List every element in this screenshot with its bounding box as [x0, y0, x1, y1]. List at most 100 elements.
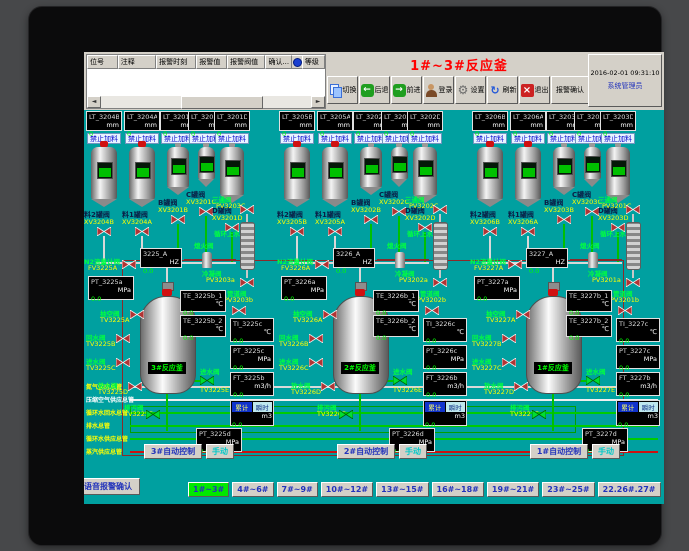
- tank-outlet-valve-icon[interactable]: [483, 227, 497, 236]
- scroll-left-arrow-icon[interactable]: ◄: [87, 96, 101, 108]
- reactor-inlet-valve-icon[interactable]: [393, 376, 407, 385]
- three-way-valve-icon[interactable]: [433, 205, 447, 214]
- page-nav-button-7[interactable]: 23#~25#: [542, 482, 594, 497]
- scroll-right-arrow-icon[interactable]: ►: [311, 96, 325, 108]
- totalizer-instant-button[interactable]: 瞬时: [253, 402, 273, 412]
- toolbar-button-none[interactable]: 报警确认: [551, 76, 589, 104]
- auto-control-button[interactable]: 2#自动控制: [337, 444, 395, 459]
- alarm-column-0[interactable]: 位号: [87, 55, 118, 69]
- n2-flow-valve-icon[interactable]: [122, 260, 136, 269]
- n2-flow-valve-icon[interactable]: [315, 260, 329, 269]
- alarm-column-2[interactable]: 报警时刻: [156, 55, 196, 69]
- reactor-inlet-valve-name: 进水阀: [393, 366, 413, 376]
- manual-button[interactable]: 手动: [399, 444, 427, 459]
- tank-outlet-valve-icon[interactable]: [290, 227, 304, 236]
- page-nav-button-6[interactable]: 19#~21#: [487, 482, 539, 497]
- page-nav-button-0[interactable]: 1#~3#: [188, 482, 229, 497]
- alarm-column-3[interactable]: 报警值: [196, 55, 227, 69]
- tank-nozzle: [368, 143, 374, 147]
- reactor-valve-icon[interactable]: [502, 334, 516, 343]
- tank-outlet-valve-icon[interactable]: [392, 207, 406, 216]
- scrollbar-thumb[interactable]: [181, 96, 263, 109]
- reactor-valve-icon[interactable]: [128, 382, 142, 391]
- instrument-value: 0.0: [233, 337, 243, 345]
- condensate-valve-icon[interactable]: [240, 278, 254, 287]
- flow-totalizer: 累计瞬时m30.0: [230, 400, 274, 426]
- reactor-drain-valve-icon[interactable]: [339, 410, 353, 419]
- tank-outlet-valve-icon[interactable]: [328, 227, 342, 236]
- tank-cap: [100, 141, 108, 147]
- reactor-valve-icon[interactable]: [502, 358, 516, 367]
- toolbar-button-refresh[interactable]: ↻刷新: [487, 76, 518, 104]
- instrument-tag-label: LT_3203D: [603, 113, 633, 121]
- tank-outlet-valve-icon[interactable]: [364, 215, 378, 224]
- instrument-tag-label: LT_3206A: [513, 113, 543, 121]
- page-nav-button-5[interactable]: 16#~18#: [432, 482, 484, 497]
- page-nav-button-4[interactable]: 13#~15#: [376, 482, 428, 497]
- reactor-drain-valve-icon[interactable]: [146, 410, 160, 419]
- three-way-valve-icon[interactable]: [626, 205, 640, 214]
- instrument-tag-label: PT_3225a: [91, 278, 131, 286]
- tank-outlet-valve-icon[interactable]: [97, 227, 111, 236]
- toolbar-button-exit[interactable]: ×退出: [519, 76, 550, 104]
- reactor-valve-icon[interactable]: [309, 334, 323, 343]
- reactor-drain-valve-icon[interactable]: [532, 410, 546, 419]
- reactor-inlet-valve-name: 进水阀: [586, 366, 606, 376]
- totalizer-total-button[interactable]: 累计: [232, 402, 252, 412]
- plant-mimic-area: 语音报警确认 1#~3#4#~6# 7#~9#10#~12#13#~15# 16#~…: [84, 110, 664, 504]
- reactor-valve-icon[interactable]: [130, 310, 144, 319]
- alarm-column-1[interactable]: 注释: [118, 55, 156, 69]
- n2-flow-valve-icon[interactable]: [508, 260, 522, 269]
- tank-outlet-valve-icon[interactable]: [557, 215, 571, 224]
- totalizer-total-button[interactable]: 累计: [618, 402, 638, 412]
- tank-outlet-valve-icon[interactable]: [171, 215, 185, 224]
- emergency-line-valve-icon[interactable]: [425, 306, 439, 315]
- tank-outlet-valve-icon[interactable]: [585, 207, 599, 216]
- tank-valve-tag: XV3205A: [315, 218, 345, 226]
- toolbar-button-login[interactable]: 登录: [423, 76, 454, 104]
- emergency-line-valve-icon[interactable]: [618, 306, 632, 315]
- toolbar-button-switch[interactable]: 切换: [327, 76, 358, 104]
- auto-control-button[interactable]: 3#自动控制: [144, 444, 202, 459]
- instrument-unit: HZ: [170, 258, 179, 266]
- tank-outlet-valve-icon[interactable]: [521, 227, 535, 236]
- reactor-valve-icon[interactable]: [514, 382, 528, 391]
- tank-outlet-valve-icon[interactable]: [199, 207, 213, 216]
- alarm-column-4[interactable]: 报警阀值: [227, 55, 265, 69]
- condensate-valve-icon[interactable]: [626, 278, 640, 287]
- three-way-valve-icon[interactable]: [240, 205, 254, 214]
- toolbar-button-back[interactable]: ←后退: [359, 76, 390, 104]
- instrument-tag-label: PT_3226a: [284, 278, 324, 286]
- alarm-scrollbar[interactable]: ◄ ►: [87, 96, 325, 108]
- tank-outlet-valve-icon[interactable]: [135, 227, 149, 236]
- reactor-inlet-valve-icon[interactable]: [586, 376, 600, 385]
- reactor-valve-icon[interactable]: [323, 310, 337, 319]
- alarm-column-5[interactable]: 确认...: [265, 55, 292, 69]
- toolbar-button-forward[interactable]: →前进: [391, 76, 422, 104]
- emergency-line-valve-icon[interactable]: [232, 306, 246, 315]
- reactor-valve-icon[interactable]: [309, 358, 323, 367]
- tank-nozzle: [615, 143, 621, 147]
- reactor-valve-icon[interactable]: [116, 334, 130, 343]
- manual-button[interactable]: 手动: [206, 444, 234, 459]
- manual-button[interactable]: 手动: [592, 444, 620, 459]
- reactor-valve-icon[interactable]: [321, 382, 335, 391]
- scrollbar-track[interactable]: [101, 96, 311, 108]
- reactor-temp2-display: TE_3227b_2℃0.0: [566, 315, 612, 337]
- totalizer-instant-button[interactable]: 瞬时: [446, 402, 466, 412]
- alarm-column-6[interactable]: 等级: [302, 55, 325, 69]
- page-nav-button-3[interactable]: 10#~12#: [321, 482, 373, 497]
- page-nav-button-8[interactable]: 22.26#.27#: [598, 482, 661, 497]
- totalizer-total-button[interactable]: 累计: [425, 402, 445, 412]
- condensate-valve-icon[interactable]: [433, 278, 447, 287]
- auto-control-button[interactable]: 1#自动控制: [530, 444, 588, 459]
- page-nav-button-2[interactable]: 7#~9#: [277, 482, 318, 497]
- reactor-inlet-valve-icon[interactable]: [200, 376, 214, 385]
- voice-alarm-ack-button[interactable]: 语音报警确认: [84, 478, 140, 495]
- totalizer-instant-button[interactable]: 瞬时: [639, 402, 659, 412]
- reactor-valve-icon[interactable]: [516, 310, 530, 319]
- totalizer-mode-row: 累计瞬时: [425, 402, 465, 412]
- page-nav-button-1[interactable]: 4#~6#: [232, 482, 273, 497]
- reactor-valve-icon[interactable]: [116, 358, 130, 367]
- toolbar-button-settings[interactable]: ⚙设置: [455, 76, 486, 104]
